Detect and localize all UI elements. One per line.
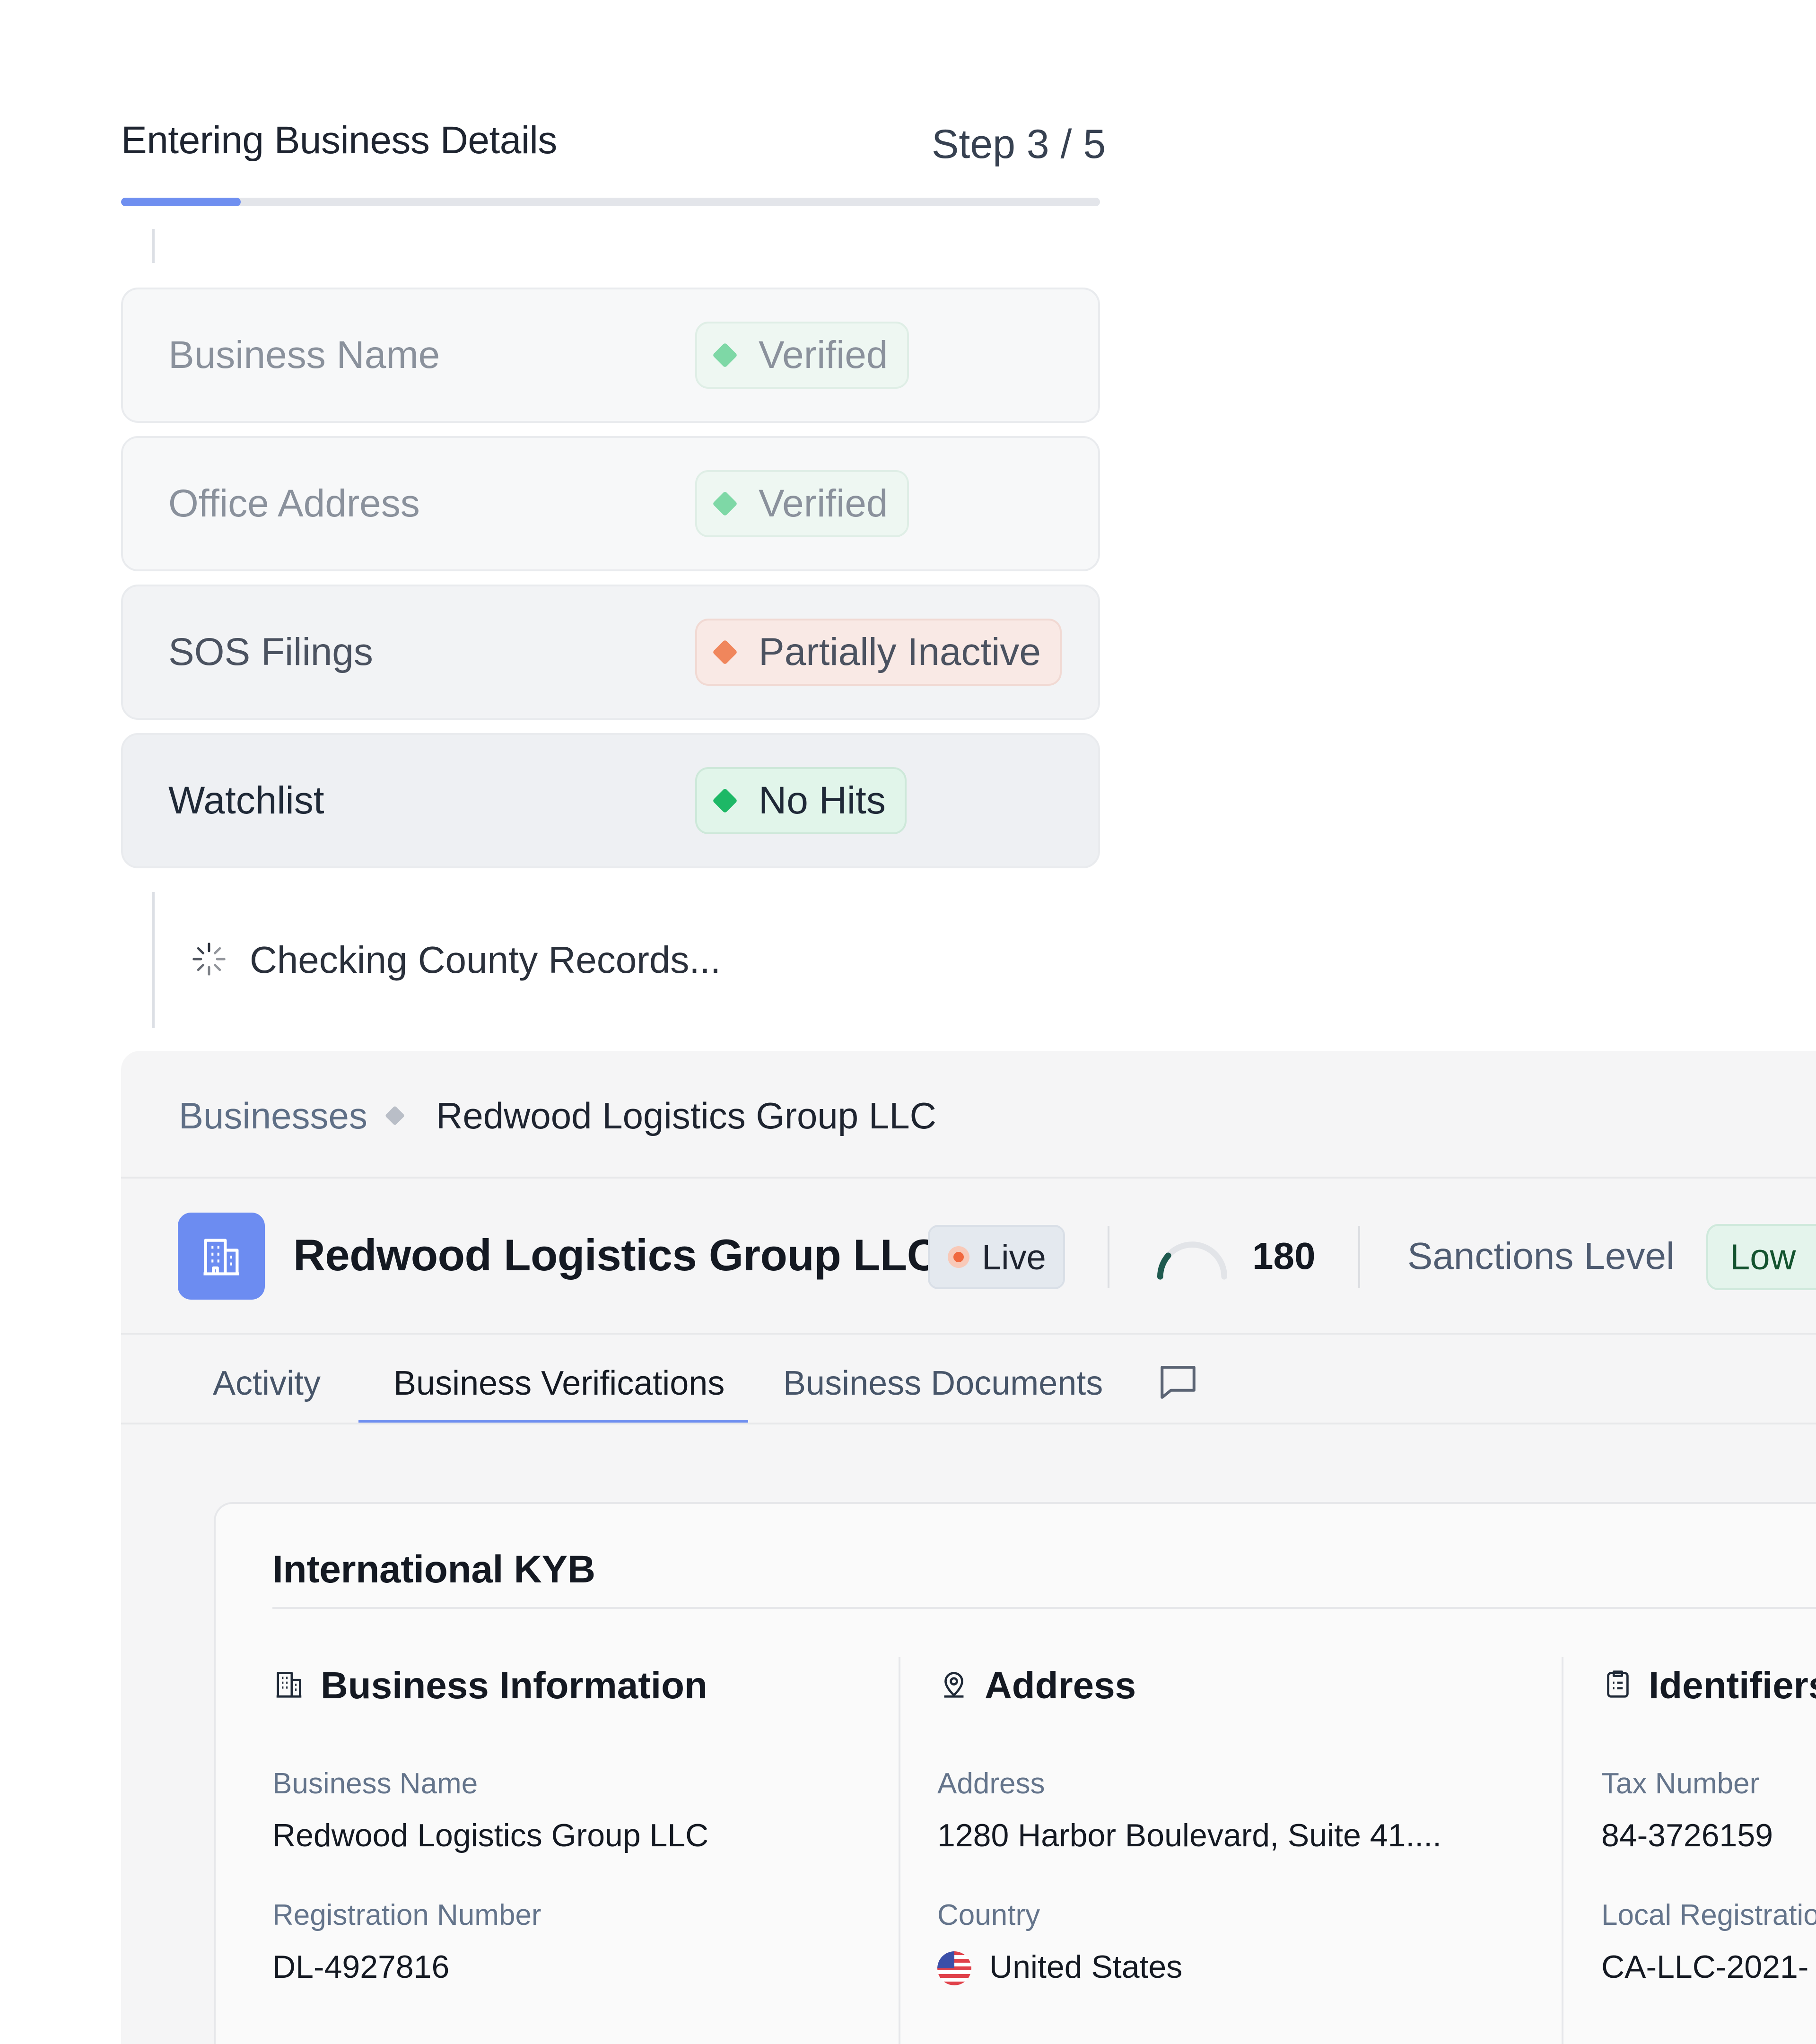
step-counter: Step 3 / 5 [932, 122, 1106, 167]
status-badge: Partially Inactive [695, 619, 1062, 686]
status-diamond-icon [712, 788, 738, 813]
live-status-badge: Live [928, 1225, 1065, 1289]
active-tab-indicator [358, 1420, 748, 1423]
comment-icon[interactable] [1157, 1360, 1199, 1403]
breadcrumb-current: Redwood Logistics Group LLC [436, 1095, 936, 1136]
check-row-sos-filings: SOS Filings Partially Inactive [121, 585, 1100, 720]
breadcrumb-separator-icon [384, 1105, 405, 1126]
business-detail-panel: Businesses Redwood Logistics Group LLC R… [121, 1051, 1816, 2044]
timeline-connector [152, 892, 155, 1028]
check-row-office-address: Office Address Verified [121, 436, 1100, 571]
breadcrumb-businesses-link[interactable]: Businesses [179, 1094, 367, 1137]
checking-status-text: Checking County Records... [250, 939, 721, 981]
field-label: Local Registratio [1601, 1899, 1816, 1931]
check-label: Watchlist [168, 779, 324, 822]
status-text: Verified [759, 333, 888, 376]
building-icon [276, 1672, 302, 1698]
field-value-country: United States [989, 1949, 1183, 1985]
status-diamond-icon [712, 491, 738, 516]
risk-score-gauge-icon [1157, 1241, 1228, 1280]
check-label: SOS Filings [168, 630, 373, 673]
header-divider [1358, 1226, 1360, 1288]
field-value-address: 1280 Harbor Boulevard, Suite 41.... [937, 1817, 1441, 1853]
status-text: Partially Inactive [759, 630, 1041, 673]
status-badge: Verified [695, 322, 909, 389]
section-title-business-information: Business Information [321, 1664, 707, 1706]
us-flag-icon [937, 1951, 971, 1985]
card-divider [272, 1607, 1816, 1609]
status-text: Verified [759, 482, 888, 525]
column-divider [899, 1657, 900, 2044]
status-text: No Hits [759, 779, 886, 822]
field-label: Tax Number [1601, 1767, 1760, 1800]
building-icon [203, 1239, 239, 1275]
field-label: Business Name [272, 1767, 478, 1800]
check-label: Business Name [168, 333, 440, 376]
field-label: Registration Number [272, 1899, 541, 1931]
card-title: International KYB [272, 1548, 595, 1591]
tab-bar: Activity Business Verifications Business… [121, 1335, 1816, 1424]
clipboard-list-icon [1607, 1670, 1629, 1698]
business-header: Redwood Logistics Group LLC Live 180 San… [121, 1179, 1816, 1335]
field-value-tax-number: 84-3726159 [1601, 1817, 1773, 1853]
check-label: Office Address [168, 482, 420, 525]
live-status-text: Live [982, 1237, 1046, 1277]
section-title-identifiers: Identifiers [1649, 1664, 1816, 1706]
progress-bar [121, 198, 1100, 206]
live-dot-icon [948, 1246, 969, 1268]
field-label: Country [937, 1899, 1040, 1931]
field-label: Address [937, 1767, 1045, 1800]
status-diamond-icon [712, 639, 738, 665]
check-row-watchlist: Watchlist No Hits [121, 733, 1100, 868]
tab-business-verifications[interactable]: Business Verifications [393, 1364, 725, 1403]
risk-score-value: 180 [1252, 1235, 1316, 1277]
tab-activity[interactable]: Activity [213, 1364, 321, 1403]
field-value-business-name: Redwood Logistics Group LLC [272, 1817, 709, 1853]
progress-bar-fill [121, 198, 241, 206]
status-badge: Verified [695, 470, 909, 537]
tab-business-documents[interactable]: Business Documents [783, 1364, 1103, 1403]
sanctions-level-label: Sanctions Level [1407, 1235, 1675, 1277]
location-pin-icon [944, 1672, 964, 1698]
international-kyb-card: International KYB Business Information B… [214, 1502, 1816, 2044]
column-divider [1562, 1657, 1563, 2044]
breadcrumb: Businesses Redwood Logistics Group LLC [121, 1051, 1816, 1179]
header-divider [1108, 1226, 1109, 1288]
timeline-connector [152, 229, 155, 263]
status-badge: No Hits [695, 767, 907, 834]
status-diamond-icon [712, 342, 738, 368]
business-name-heading: Redwood Logistics Group LLC [293, 1230, 939, 1280]
field-value-local-registration: CA-LLC-2021- [1601, 1949, 1809, 1985]
loading-spinner-icon [192, 943, 226, 976]
sanctions-level-badge: Low [1706, 1224, 1816, 1290]
business-avatar [178, 1213, 265, 1300]
section-title-address: Address [985, 1664, 1136, 1706]
check-row-business-name: Business Name Verified [121, 288, 1100, 423]
field-value-registration-number: DL-4927816 [272, 1949, 450, 1985]
progress-title: Entering Business Details [121, 119, 557, 162]
